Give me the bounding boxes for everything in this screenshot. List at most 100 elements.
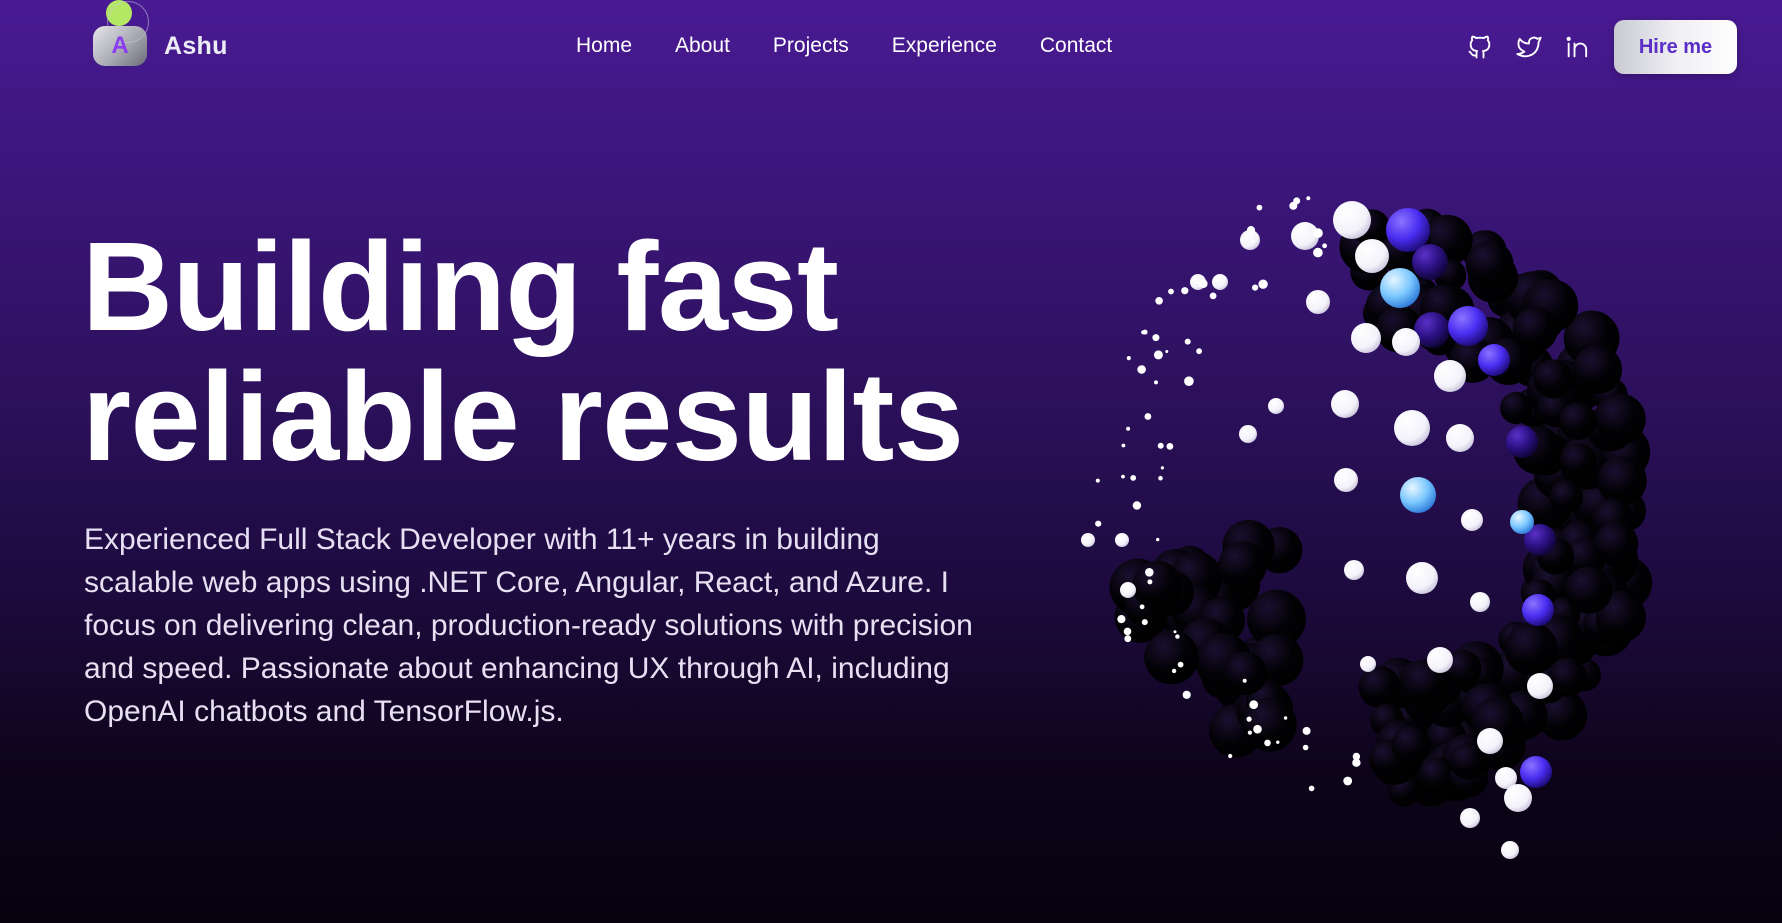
brand-initial: A [111,32,129,59]
tiny-particle [1165,350,1169,353]
tiny-particle [1308,785,1315,792]
tiny-particle [1182,690,1191,699]
github-link[interactable] [1465,32,1495,62]
dark-particle [1548,657,1588,697]
tiny-particle [1124,635,1132,643]
tiny-particle [1345,780,1348,784]
tiny-particle [1251,239,1255,243]
nav-link-contact[interactable]: Contact [1040,32,1112,60]
dark-particle [1391,725,1432,765]
brand-logo-link[interactable]: A Ashu [93,0,228,66]
linkedin-icon [1566,36,1588,58]
nav-link-experience[interactable]: Experience [892,32,997,60]
main-menu: Home About Projects Experience Contact [576,32,1112,60]
tiny-particle [1228,753,1233,759]
tiny-particle [1139,604,1145,610]
tiny-particle [1249,700,1259,710]
tiny-particle [1247,730,1252,735]
light-particle [1239,425,1257,443]
nav-link-home[interactable]: Home [576,32,632,60]
top-navigation: A Ashu Home About Projects Experience Co… [0,0,1782,92]
sphere-dark-particles [1109,208,1653,807]
color-particle [1448,306,1488,346]
dark-particle [1594,393,1646,445]
color-particle [1478,344,1510,376]
tiny-particle [1157,442,1164,449]
tiny-particle [1196,348,1202,355]
tiny-particle [1166,443,1174,450]
light-particle [1427,647,1453,673]
tiny-particle [1156,537,1160,542]
light-particle [1504,784,1532,812]
tiny-particle [1117,615,1126,624]
dark-particle [1358,666,1401,708]
tiny-particle [1313,228,1323,238]
tiny-particle [1121,474,1125,479]
tiny-particle [1168,288,1174,295]
brand-badge: A [93,0,149,66]
twitter-icon [1516,36,1542,58]
color-particle [1522,594,1554,626]
light-particle [1434,360,1466,392]
dark-particle [1465,240,1514,289]
tiny-particle [1242,678,1247,683]
light-particle [1360,656,1376,672]
dark-particle [1218,541,1267,590]
dark-particle [1559,402,1597,440]
tiny-particle [1126,426,1131,431]
tiny-particle [1141,330,1146,335]
tiny-particle [1264,739,1271,747]
tiny-particle [1158,475,1163,481]
tiny-particle [1160,466,1164,470]
tiny-particle [1095,478,1100,483]
dark-particle [1549,480,1583,514]
tiny-particle [1258,279,1268,289]
light-particle [1446,424,1474,452]
light-particle [1333,201,1371,239]
light-particle [1527,673,1553,699]
light-particle [1461,509,1483,531]
tiny-particle [1154,380,1158,385]
light-particle [1306,290,1330,314]
light-particle [1470,592,1490,612]
linkedin-link[interactable] [1563,32,1593,62]
tiny-particle [1171,668,1177,674]
dark-particle [1504,622,1558,676]
light-particle [1334,468,1358,492]
tiny-particle [1173,630,1177,634]
hero-title-line-2: reliable results [82,346,964,487]
light-particle [1394,410,1430,446]
nav-link-about[interactable]: About [675,32,730,60]
tiny-particle [1144,413,1152,420]
tiny-particle [1289,201,1298,210]
dark-particle [1565,566,1613,614]
tiny-particle [1137,365,1146,374]
dark-particle [1132,560,1182,611]
tiny-particle [1352,752,1361,761]
nav-link-projects[interactable]: Projects [773,32,849,60]
light-particle [1344,560,1364,580]
light-particle [1120,582,1136,598]
tiny-particle [1343,776,1353,786]
tiny-particle [1313,247,1323,258]
hire-me-button[interactable]: Hire me [1614,20,1737,74]
dark-particle [1223,651,1268,695]
tiny-particle [1141,619,1148,626]
tiny-particle [1246,716,1252,722]
hero-description: Experienced Full Stack Developer with 11… [84,523,973,728]
color-particle [1520,756,1552,788]
tiny-particle [1095,520,1102,527]
tiny-particle [1256,204,1263,211]
light-particle [1081,533,1095,547]
light-particle [1460,808,1480,828]
twitter-link[interactable] [1514,32,1544,62]
tiny-particle [1155,297,1163,305]
github-icon [1468,35,1491,59]
tiny-particle [1152,334,1160,342]
light-particle [1355,239,1389,273]
tiny-particle [1209,292,1217,300]
tiny-particle [1322,243,1327,249]
light-particle [1212,274,1228,290]
light-particle [1501,841,1519,859]
tiny-particle [1184,338,1191,345]
